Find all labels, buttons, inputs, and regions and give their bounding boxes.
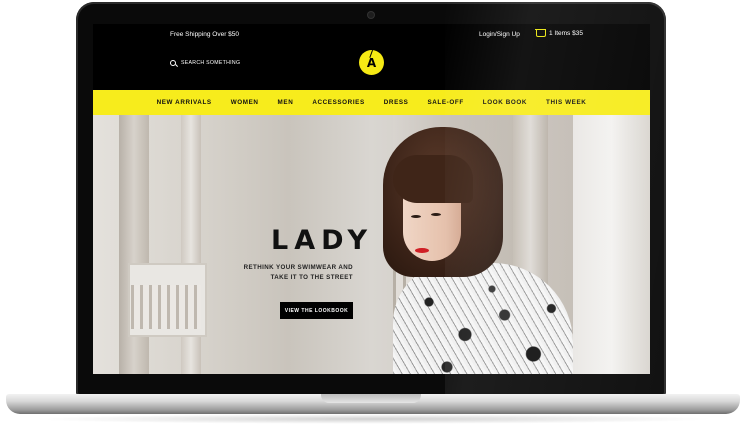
site-logo[interactable]: A: [359, 50, 384, 75]
nav-women[interactable]: WOMEN: [231, 99, 259, 106]
laptop-shadow: [30, 414, 716, 424]
laptop-notch: [321, 394, 421, 403]
nav-look-book[interactable]: LOOK BOOK: [483, 99, 527, 106]
laptop-screen: Free Shipping Over $50 Login/Sign Up 1 I…: [93, 24, 650, 374]
nav-new-arrivals[interactable]: NEW ARRIVALS: [157, 99, 212, 106]
model-eye: [411, 215, 421, 218]
model-eye: [431, 213, 441, 216]
model-fringe: [393, 155, 473, 203]
balcony-railing: [131, 285, 201, 329]
free-shipping-text: Free Shipping Over $50: [170, 31, 240, 38]
main-nav: NEW ARRIVALS WOMEN MEN ACCESSORIES DRESS…: [93, 90, 650, 115]
cart-text: 1 Items $35: [549, 30, 583, 37]
webcam: [368, 12, 374, 18]
hero-banner: LADY RETHINK YOUR SWIMWEAR AND TAKE IT T…: [93, 115, 650, 374]
cart-summary[interactable]: 1 Items $35: [535, 29, 583, 37]
login-signup-link[interactable]: Login/Sign Up: [479, 31, 520, 38]
nav-dress[interactable]: DRESS: [384, 99, 409, 106]
nav-sale-off[interactable]: SALE-OFF: [427, 99, 463, 106]
nav-men[interactable]: MEN: [278, 99, 294, 106]
view-lookbook-button[interactable]: VIEW THE LOOKBOOK: [280, 302, 353, 319]
logo-letter: A: [366, 55, 377, 70]
background-wall-right: [573, 115, 650, 374]
cart-icon: [535, 29, 546, 37]
hero-title: LADY: [271, 225, 374, 256]
nav-accessories[interactable]: ACCESSORIES: [312, 99, 364, 106]
search-field[interactable]: SEARCH SOMETHING: [170, 60, 240, 66]
model-lips: [415, 248, 429, 253]
search-icon: [170, 60, 176, 66]
site-header: Free Shipping Over $50 Login/Sign Up 1 I…: [93, 24, 650, 90]
nav-this-week[interactable]: THIS WEEK: [546, 99, 586, 106]
hero-subtitle: RETHINK YOUR SWIMWEAR AND TAKE IT TO THE…: [243, 264, 353, 281]
search-placeholder: SEARCH SOMETHING: [181, 60, 241, 66]
